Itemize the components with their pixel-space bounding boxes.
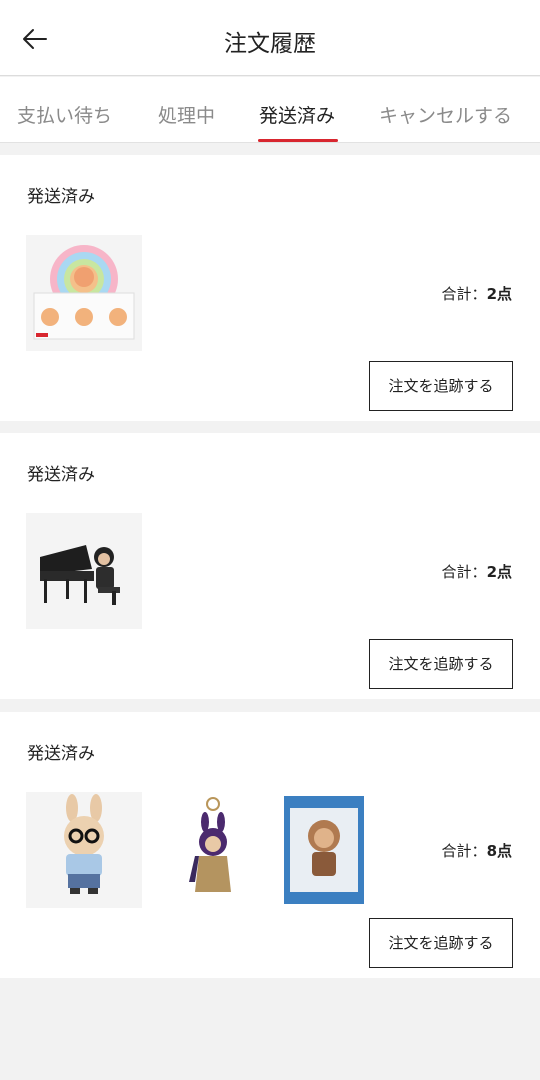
order-total: 合計：8点 [442,840,512,861]
track-order-button[interactable]: 注文を追跡する [369,918,513,968]
total-label: 合計： [441,285,487,303]
total-label: 合計： [441,842,487,860]
order-card: 発送済み 合計：2点 注文を追跡する [0,433,540,699]
track-order-button[interactable]: 注文を追跡する [369,361,513,411]
order-status-tabs: 支払い待ち 処理中 発送済み キャンセルする [0,77,540,143]
order-card: 発送済み 合計：2点 注文を追跡する [0,155,540,421]
total-label: 合計： [441,563,487,581]
tab-processing[interactable]: 処理中 [158,101,215,128]
keychain-figure-thumbnail[interactable] [155,792,271,908]
order-status-label: 発送済み [27,744,95,764]
page-title: 注文履歴 [224,31,316,57]
total-count: 2点 [486,563,512,581]
app-header: 注文履歴 [0,0,540,76]
tab-shipped[interactable]: 発送済み [259,101,335,128]
total-count: 8点 [486,842,512,860]
total-count: 2点 [486,285,512,303]
tab-awaiting-payment[interactable]: 支払い待ち [17,101,112,128]
active-tab-indicator [258,139,338,142]
plush-figure-thumbnail[interactable] [26,792,142,908]
order-card: 発送済み 合計：8点 注文を追跡する [0,712,540,978]
boxed-figure-thumbnail[interactable] [280,792,368,908]
order-status-label: 発送済み [27,187,95,207]
order-status-label: 発送済み [27,465,95,485]
order-total: 合計：2点 [442,561,512,582]
boxed-figure-set-thumbnail[interactable] [26,235,142,351]
track-order-button[interactable]: 注文を追跡する [369,639,513,689]
tab-cancel[interactable]: キャンセルする [379,101,512,128]
order-total: 合計：2点 [442,283,512,304]
piano-figure-thumbnail[interactable] [26,513,142,629]
